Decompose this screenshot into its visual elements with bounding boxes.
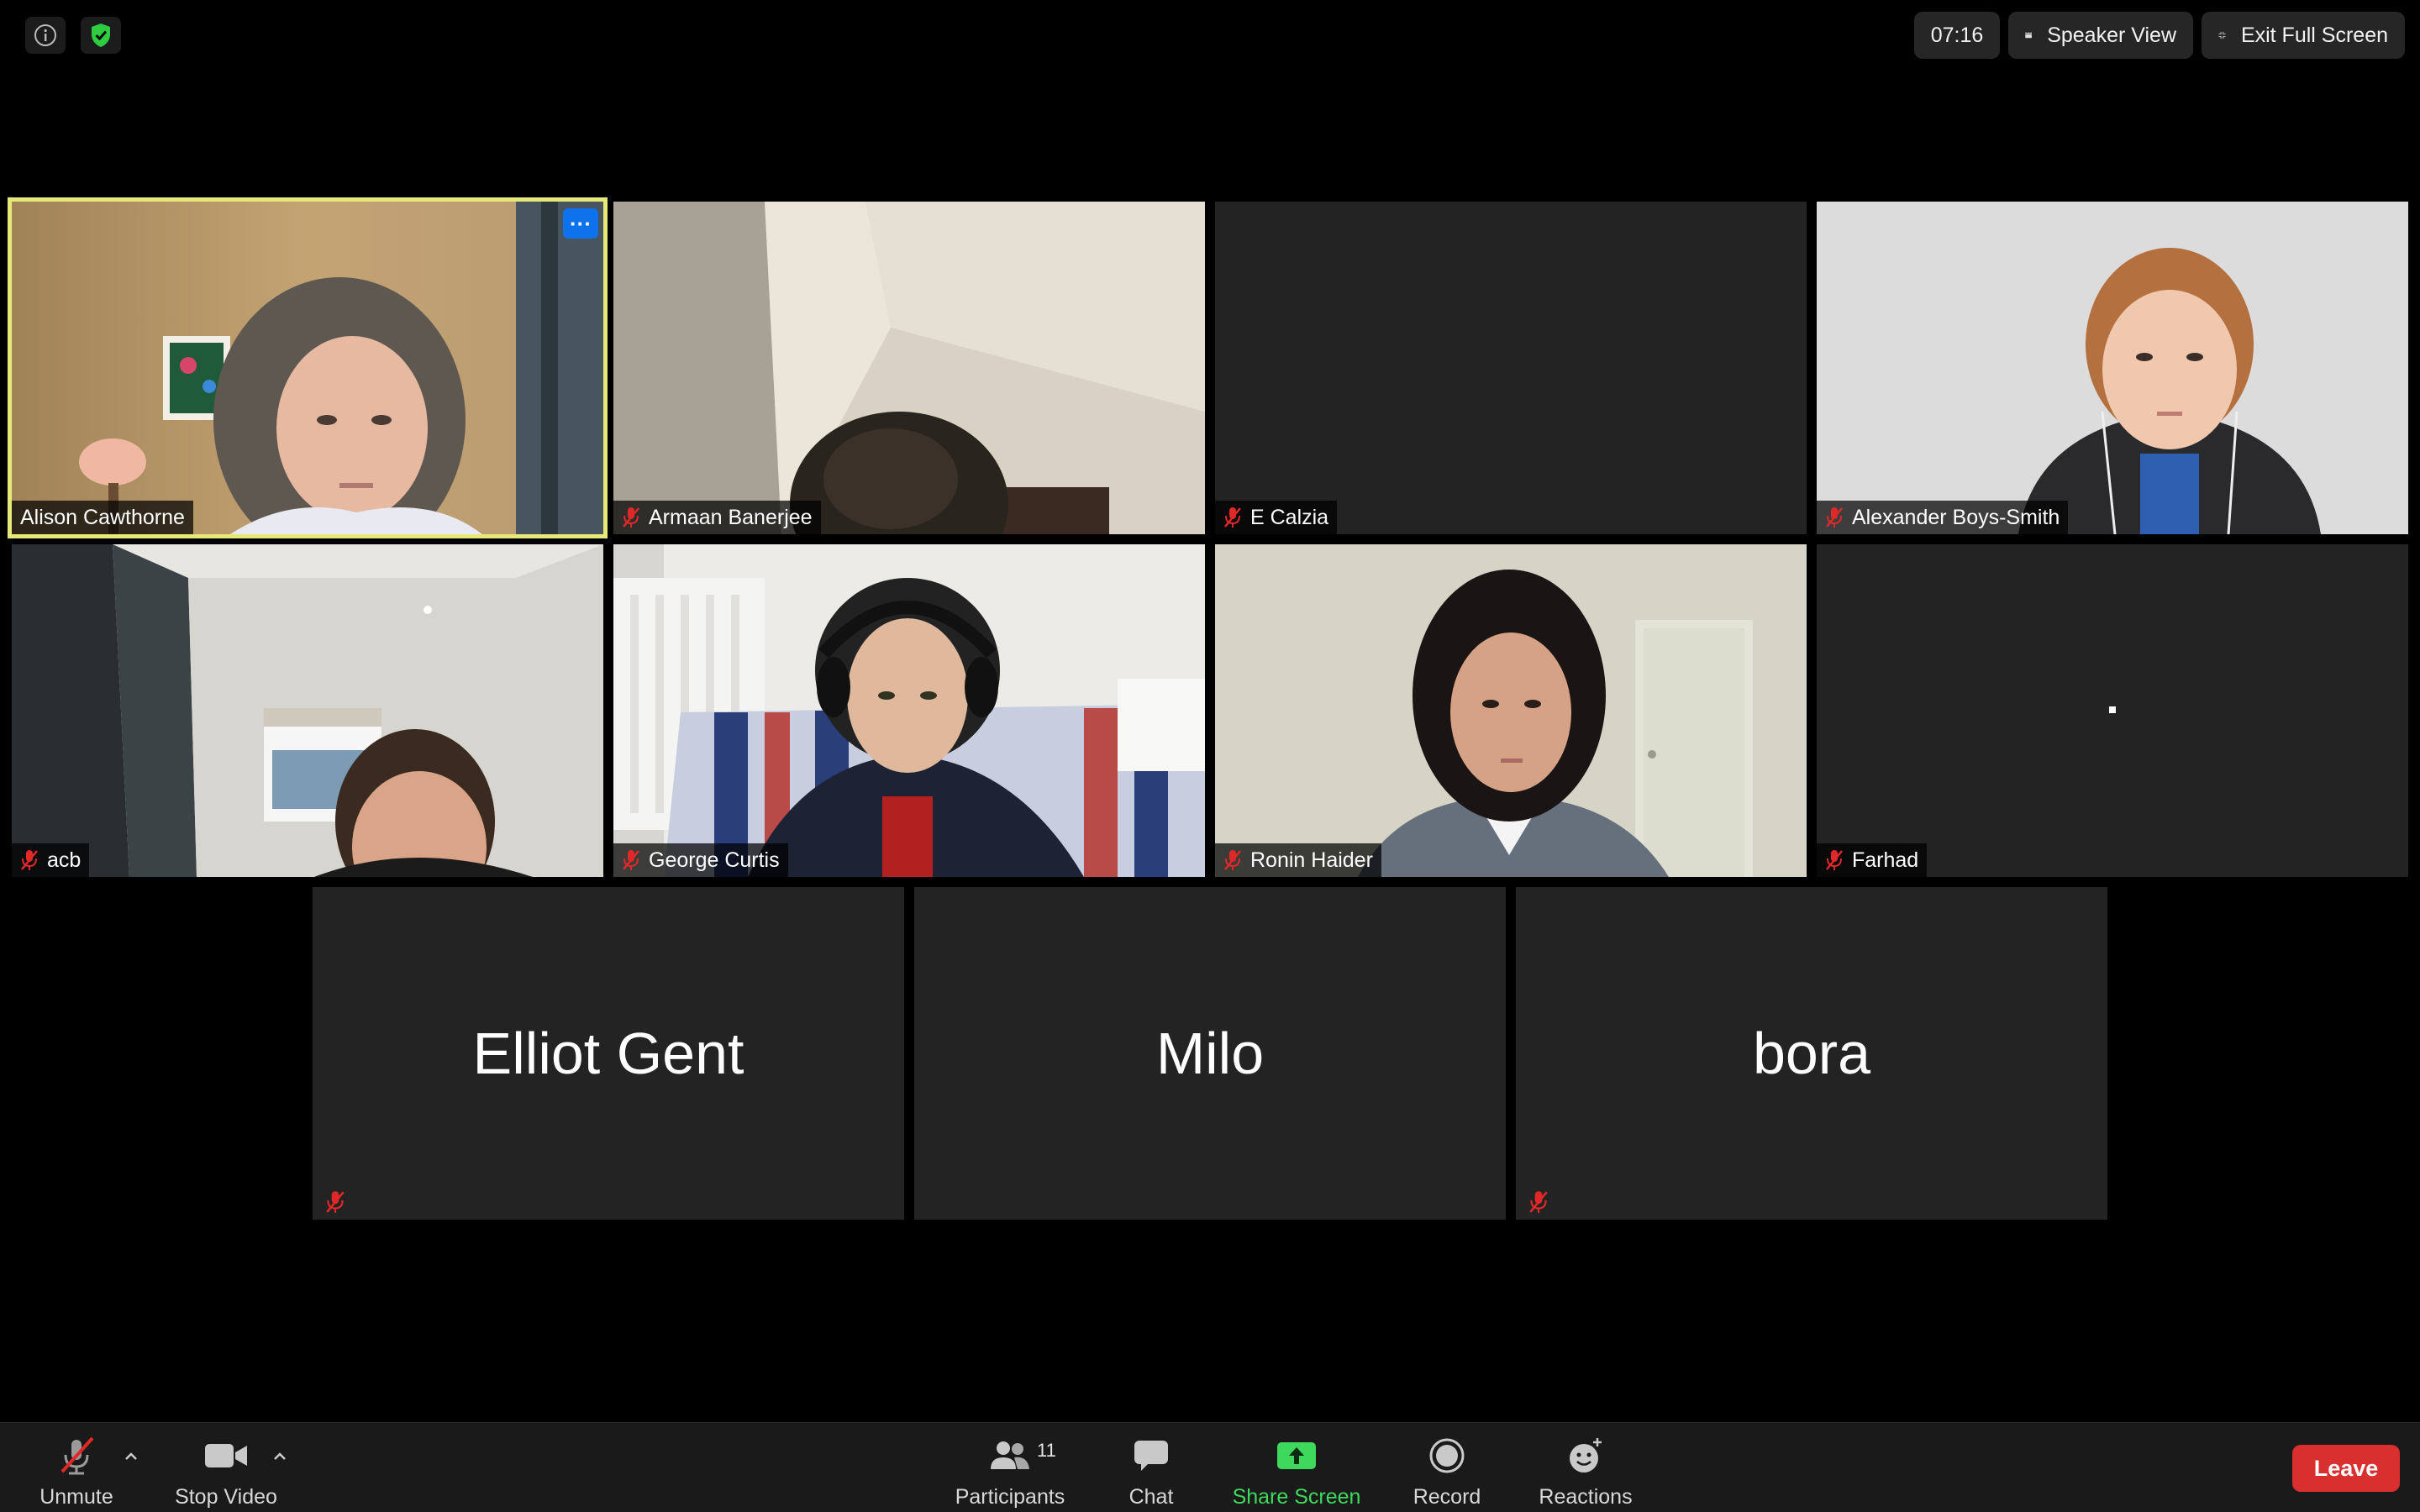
video-camera-icon: [205, 1444, 247, 1467]
muted-mic-icon: [326, 1191, 345, 1213]
stop-video-label: Stop Video: [175, 1485, 277, 1509]
video-tile[interactable]: ··· Alison Cawthorne: [8, 197, 608, 538]
exit-fullscreen-button[interactable]: Exit Full Screen: [2202, 12, 2405, 59]
video-options-chevron-icon[interactable]: [270, 1446, 290, 1467]
muted-mic-icon: [1529, 1191, 1548, 1213]
video-tile[interactable]: Farhad: [1817, 544, 2408, 877]
reactions-label: Reactions: [1539, 1485, 1633, 1509]
share-screen-label: Share Screen: [1232, 1485, 1361, 1509]
participant-video: [12, 544, 603, 877]
meeting-timer: 07:16: [1914, 12, 2000, 59]
grid-icon: [2025, 32, 2032, 39]
leave-button[interactable]: Leave: [2292, 1445, 2400, 1492]
participant-video: [1215, 544, 1807, 877]
participant-name-tag: Alexander Boys-Smith: [1817, 501, 2069, 534]
participant-name: acb: [47, 848, 82, 872]
record-button[interactable]: Record: [1405, 1423, 1489, 1512]
participant-name: Elliot Gent: [472, 1021, 744, 1086]
participant-video: [1817, 202, 2408, 534]
more-options-button[interactable]: ···: [563, 208, 598, 239]
participant-name-tag: Ronin Haider: [1215, 843, 1381, 877]
muted-mic-icon: [1826, 850, 1843, 870]
meeting-toolbar: Unmute Stop Video Participants 11 Chat S…: [0, 1422, 2420, 1512]
participant-name-tag: Alison Cawthorne: [12, 501, 193, 534]
video-tile[interactable]: Alexander Boys-Smith: [1817, 202, 2408, 534]
exit-fullscreen-label: Exit Full Screen: [2240, 23, 2388, 47]
chat-bubble-icon: [1134, 1441, 1168, 1471]
reactions-button[interactable]: Reactions: [1531, 1423, 1640, 1512]
timer-text: 07:16: [1930, 23, 1984, 47]
muted-mic-icon: [1826, 507, 1843, 528]
participants-label: Participants: [955, 1485, 1065, 1509]
participant-name: Alison Cawthorne: [20, 505, 185, 529]
participant-video: [12, 202, 603, 534]
audio-options-chevron-icon[interactable]: [121, 1446, 141, 1467]
video-tile[interactable]: bora: [1516, 887, 2107, 1220]
muted-mic-icon: [1224, 507, 1241, 528]
participant-name: George Curtis: [649, 848, 780, 872]
speaker-view-button[interactable]: Speaker View: [2008, 12, 2193, 59]
participant-name: Milo: [1155, 1021, 1265, 1086]
participant-name: Alexander Boys-Smith: [1852, 505, 2060, 529]
info-icon[interactable]: [25, 17, 66, 54]
participant-name-tag: acb: [12, 843, 90, 877]
participant-name-tag: Farhad: [1817, 843, 1928, 877]
video-tile[interactable]: E Calzia: [1215, 202, 1807, 534]
participant-name-tag: Armaan Banerjee: [613, 501, 821, 534]
participants-icon: [991, 1441, 1029, 1469]
video-tile[interactable]: Ronin Haider: [1215, 544, 1807, 877]
muted-mic-icon: [623, 850, 639, 870]
video-tile[interactable]: Elliot Gent: [313, 887, 904, 1220]
chat-button[interactable]: Chat: [1109, 1423, 1193, 1512]
muted-mic-icon: [623, 507, 639, 528]
record-label: Record: [1413, 1485, 1481, 1509]
stop-video-button[interactable]: Stop Video: [171, 1423, 281, 1512]
participant-name: E Calzia: [1250, 505, 1329, 529]
video-tile[interactable]: Milo: [914, 887, 1506, 1220]
speaker-view-label: Speaker View: [2047, 23, 2176, 47]
unmute-label: Unmute: [39, 1485, 113, 1509]
participant-video: [613, 202, 1205, 534]
video-tile[interactable]: acb: [12, 544, 603, 877]
chat-label: Chat: [1128, 1485, 1174, 1509]
unmute-button[interactable]: Unmute: [34, 1423, 119, 1512]
participant-name-tag: George Curtis: [613, 843, 788, 877]
participant-name: Ronin Haider: [1250, 848, 1373, 872]
muted-microphone-icon: [60, 1436, 94, 1475]
muted-mic-icon: [1224, 850, 1241, 870]
share-screen-icon: [1277, 1442, 1316, 1469]
video-placeholder-dot: [2109, 706, 2116, 713]
muted-mic-icon: [21, 850, 38, 870]
collapse-icon: [2218, 31, 2226, 39]
reactions-smiley-icon: [1570, 1438, 1602, 1473]
share-screen-button[interactable]: Share Screen: [1228, 1423, 1365, 1512]
participant-video: [613, 544, 1205, 877]
participants-button[interactable]: Participants 11: [951, 1423, 1069, 1512]
participant-name: bora: [1752, 1021, 1871, 1086]
participants-count: 11: [1037, 1440, 1056, 1461]
record-icon: [1429, 1438, 1465, 1473]
shield-icon[interactable]: [81, 17, 121, 54]
participant-name-tag: E Calzia: [1215, 501, 1338, 534]
video-tile[interactable]: George Curtis: [613, 544, 1205, 877]
participant-name: Farhad: [1852, 848, 1919, 872]
participant-name: Armaan Banerjee: [649, 505, 813, 529]
top-bar: 07:16 Speaker View Exit Full Screen: [0, 0, 2420, 71]
video-tile[interactable]: Armaan Banerjee: [613, 202, 1205, 534]
